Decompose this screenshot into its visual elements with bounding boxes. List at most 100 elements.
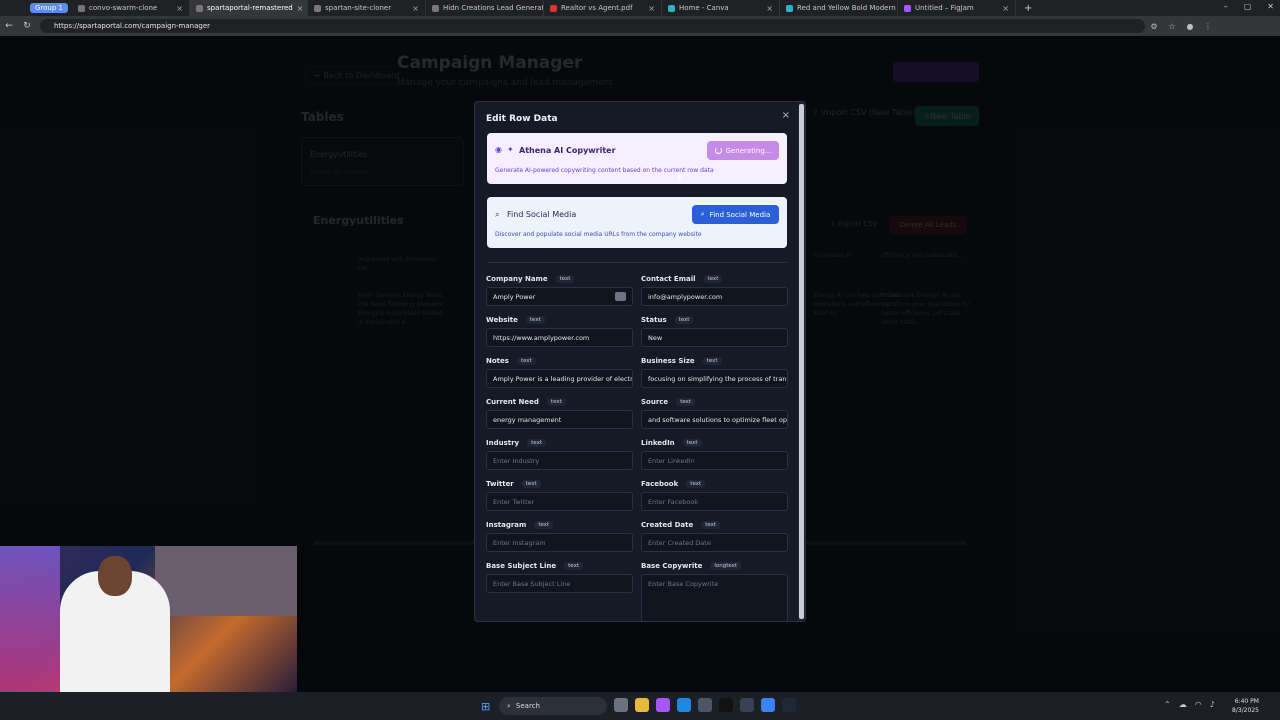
figma-icon (904, 4, 911, 12)
taskbar-clock[interactable]: 6:40 PM 8/3/2025 (1232, 697, 1259, 715)
canva-icon (668, 4, 675, 12)
settings-app-icon[interactable] (761, 698, 775, 712)
contact-email-input[interactable]: info@amplypower.com (641, 287, 788, 306)
field-twitter: Twitter text Enter Twitter (486, 479, 633, 511)
type-badge: text (676, 398, 696, 406)
minimize-icon[interactable]: – (1224, 2, 1228, 11)
type-badge: text (555, 275, 575, 283)
favicon-icon (314, 4, 321, 12)
search-icon: ⌕ (507, 701, 511, 710)
spinner-icon (714, 147, 722, 154)
divider (487, 262, 787, 263)
sparkles-icon: ✦ (507, 145, 514, 154)
file-explorer-icon[interactable] (635, 698, 649, 712)
volume-icon[interactable]: ♪ (1210, 700, 1215, 709)
base-subject-line-input[interactable]: Enter Base Subject Line (486, 574, 633, 593)
reload-icon[interactable]: ↻ (18, 21, 36, 31)
modal-scrollbar[interactable] (798, 102, 805, 621)
find-social-media-button[interactable]: ⌕ Find Social Media (692, 205, 779, 224)
modal-scroll-thumb[interactable] (799, 104, 804, 619)
tab-spartaportal-remastered[interactable]: spartaportal-remastered × (190, 0, 308, 16)
tab-red-yellow[interactable]: Red and Yellow Bold Modern You× (780, 0, 898, 16)
company-name-input[interactable]: Amply Power (486, 287, 633, 306)
autofill-icon[interactable] (615, 292, 626, 301)
field-source: Source text and software solutions to opt… (641, 397, 788, 429)
field-linkedin: LinkedIn text Enter LinkedIn (641, 438, 788, 470)
field-industry: Industry text Enter Industry (486, 438, 633, 470)
maximize-icon[interactable]: ▢ (1244, 2, 1252, 11)
base-copywrite-textarea[interactable]: Enter Base Copywrite (641, 574, 788, 621)
tab-group-label[interactable]: Group 1 (30, 3, 68, 13)
app-icon[interactable] (740, 698, 754, 712)
facebook-input[interactable]: Enter Facebook (641, 492, 788, 511)
tab-convo-swarm-clone[interactable]: convo-swarm-clone × (72, 0, 190, 16)
ai-copywriter-description: Generate AI-powered copywriting content … (495, 167, 714, 174)
windows-taskbar: ⊞ ⌕ Search ⌃ ☁ ◠ ♪ 6:40 PM 8/3/2025 (0, 692, 1280, 720)
browser-tab-bar: Group 1 convo-swarm-clone × spartaportal-… (0, 0, 1280, 16)
tab-canva[interactable]: Home - Canva × (662, 0, 780, 16)
bookmark-icon[interactable]: ☆ (1163, 22, 1181, 31)
new-tab-icon[interactable]: + (1024, 3, 1032, 14)
field-base-copywrite: Base Copywrite longtext Enter Base Copywr… (641, 561, 788, 621)
type-badge: text (674, 316, 694, 324)
modal-title: Edit Row Data (486, 114, 558, 124)
field-instagram: Instagram text Enter Instagram (486, 520, 633, 552)
generating-button[interactable]: Generating... (707, 141, 779, 160)
close-tab-icon[interactable]: × (297, 4, 304, 13)
tab-spartan-site-cloner[interactable]: spartan-site-cloner × (308, 0, 426, 16)
brain-icon: ◉ (495, 145, 502, 154)
favicon-icon (432, 4, 439, 12)
current-need-input[interactable]: energy management (486, 410, 633, 429)
type-badge: text (534, 521, 554, 529)
edge-icon[interactable] (677, 698, 691, 712)
chevron-up-icon[interactable]: ⌃ (1164, 700, 1171, 709)
search-icon: ⌕ (495, 210, 500, 219)
social-media-description: Discover and populate social media URLs … (495, 231, 702, 238)
taskbar-search[interactable]: ⌕ Search (499, 697, 607, 715)
created-date-input[interactable]: Enter Created Date (641, 533, 788, 552)
task-view-icon[interactable] (614, 698, 628, 712)
close-window-icon[interactable]: ✕ (1267, 2, 1274, 11)
type-badge: text (525, 316, 545, 324)
store-icon[interactable] (698, 698, 712, 712)
copilot-icon[interactable] (656, 698, 670, 712)
menu-icon[interactable]: ⋮ (1199, 22, 1217, 31)
close-tab-icon[interactable]: × (176, 4, 183, 13)
close-tab-icon[interactable]: × (648, 4, 655, 13)
business-size-input[interactable]: focusing on simplifying the process of t… (641, 369, 788, 388)
industry-input[interactable]: Enter Industry (486, 451, 633, 470)
back-arrow-icon[interactable]: ← (0, 21, 18, 31)
social-media-title: Find Social Media (507, 210, 577, 219)
instagram-input[interactable]: Enter Instagram (486, 533, 633, 552)
close-tab-icon[interactable]: × (766, 4, 773, 13)
favicon-icon (196, 4, 203, 12)
field-facebook: Facebook text Enter Facebook (641, 479, 788, 511)
close-icon[interactable]: × (782, 110, 790, 121)
terminal-icon[interactable] (719, 698, 733, 712)
source-input[interactable]: and software solutions to optimize fleet… (641, 410, 788, 429)
tab-realtor-pdf[interactable]: Realtor vs Agent.pdf × (544, 0, 662, 16)
notes-input[interactable]: Amply Power is a leading provider of ele… (486, 369, 633, 388)
profile-icon[interactable]: ● (1181, 22, 1199, 31)
field-company-name: Company Name text Amply Power (486, 274, 633, 306)
tab-figjam[interactable]: Untitled – FigJam × (898, 0, 1016, 16)
close-tab-icon[interactable]: × (412, 4, 419, 13)
extensions-icon[interactable]: ⚙ (1145, 22, 1163, 31)
field-website: Website text https://www.amplypower.com (486, 315, 633, 347)
pdf-icon (550, 4, 557, 12)
linkedin-input[interactable]: Enter LinkedIn (641, 451, 788, 470)
field-current-need: Current Need text energy management (486, 397, 633, 429)
system-tray: ⌃ ☁ ◠ ♪ (1164, 700, 1215, 709)
url-input[interactable]: https://spartaportal.com/campaign-manage… (40, 19, 1145, 33)
cloud-icon[interactable]: ☁ (1179, 700, 1187, 709)
tab-hidn-creations[interactable]: Hidn Creations Lead Generator -× (426, 0, 544, 16)
windows-start-icon[interactable]: ⊞ (481, 700, 490, 713)
close-tab-icon[interactable]: × (1002, 4, 1009, 13)
type-badge: longtext (710, 562, 742, 570)
status-input[interactable]: New (641, 328, 788, 347)
wifi-icon[interactable]: ◠ (1195, 700, 1202, 709)
type-badge: text (546, 398, 566, 406)
twitter-input[interactable]: Enter Twitter (486, 492, 633, 511)
website-input[interactable]: https://www.amplypower.com (486, 328, 633, 347)
vscode-icon[interactable] (782, 698, 796, 712)
